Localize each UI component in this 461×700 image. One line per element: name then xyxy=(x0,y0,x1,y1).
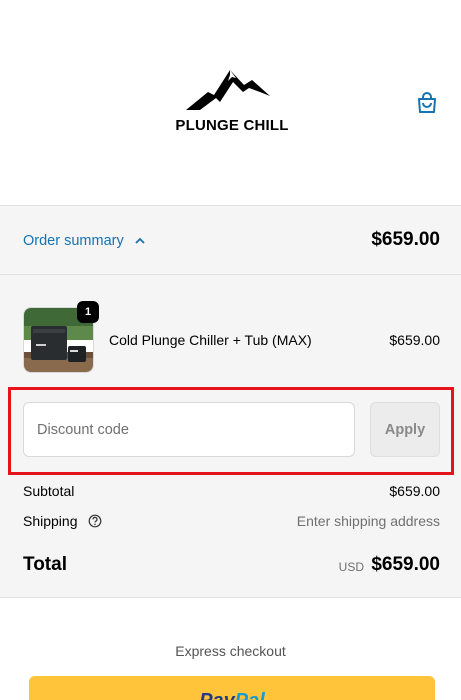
quantity-badge: 1 xyxy=(77,301,99,323)
express-checkout-label: Express checkout xyxy=(175,643,286,659)
apply-discount-button[interactable]: Apply xyxy=(370,402,440,457)
question-circle-icon[interactable] xyxy=(88,514,102,528)
currency-code: USD xyxy=(338,560,364,574)
product-name: Cold Plunge Chiller + Tub (MAX) xyxy=(109,332,312,348)
discount-code-input[interactable] xyxy=(23,402,355,457)
mountain-logo-icon xyxy=(186,70,270,110)
order-summary-toggle[interactable]: Order summary $659.00 xyxy=(0,206,461,275)
order-summary-total: $659.00 xyxy=(371,229,440,250)
cart-button[interactable] xyxy=(414,90,440,116)
paypal-logo-part1: Pay xyxy=(199,690,235,700)
order-summary-panel: Order summary $659.00 1 Cold Plunge Chil… xyxy=(0,205,461,598)
paypal-logo-part2: Pal xyxy=(235,690,265,700)
total-amount: $659.00 xyxy=(371,554,440,575)
shipping-value: Enter shipping address xyxy=(296,513,440,529)
paypal-logo: PayPal xyxy=(29,690,435,700)
subtotal-value: $659.00 xyxy=(389,483,440,499)
product-price: $659.00 xyxy=(389,332,440,348)
brand-logo[interactable]: PLUNGE CHILL xyxy=(160,68,304,138)
shopping-bag-icon xyxy=(418,92,436,113)
line-item: 1 Cold Plunge Chiller + Tub (MAX) $659.0… xyxy=(0,301,461,381)
logo-text: PLUNGE CHILL xyxy=(175,117,289,134)
shipping-label: Shipping xyxy=(23,513,78,529)
order-summary-label: Order summary xyxy=(23,233,124,249)
subtotal-label: Subtotal xyxy=(23,483,75,499)
header: PLUNGE CHILL xyxy=(0,0,461,205)
paypal-button[interactable]: PayPal xyxy=(29,676,435,700)
total-label: Total xyxy=(23,554,67,575)
chevron-up-icon xyxy=(135,237,145,244)
